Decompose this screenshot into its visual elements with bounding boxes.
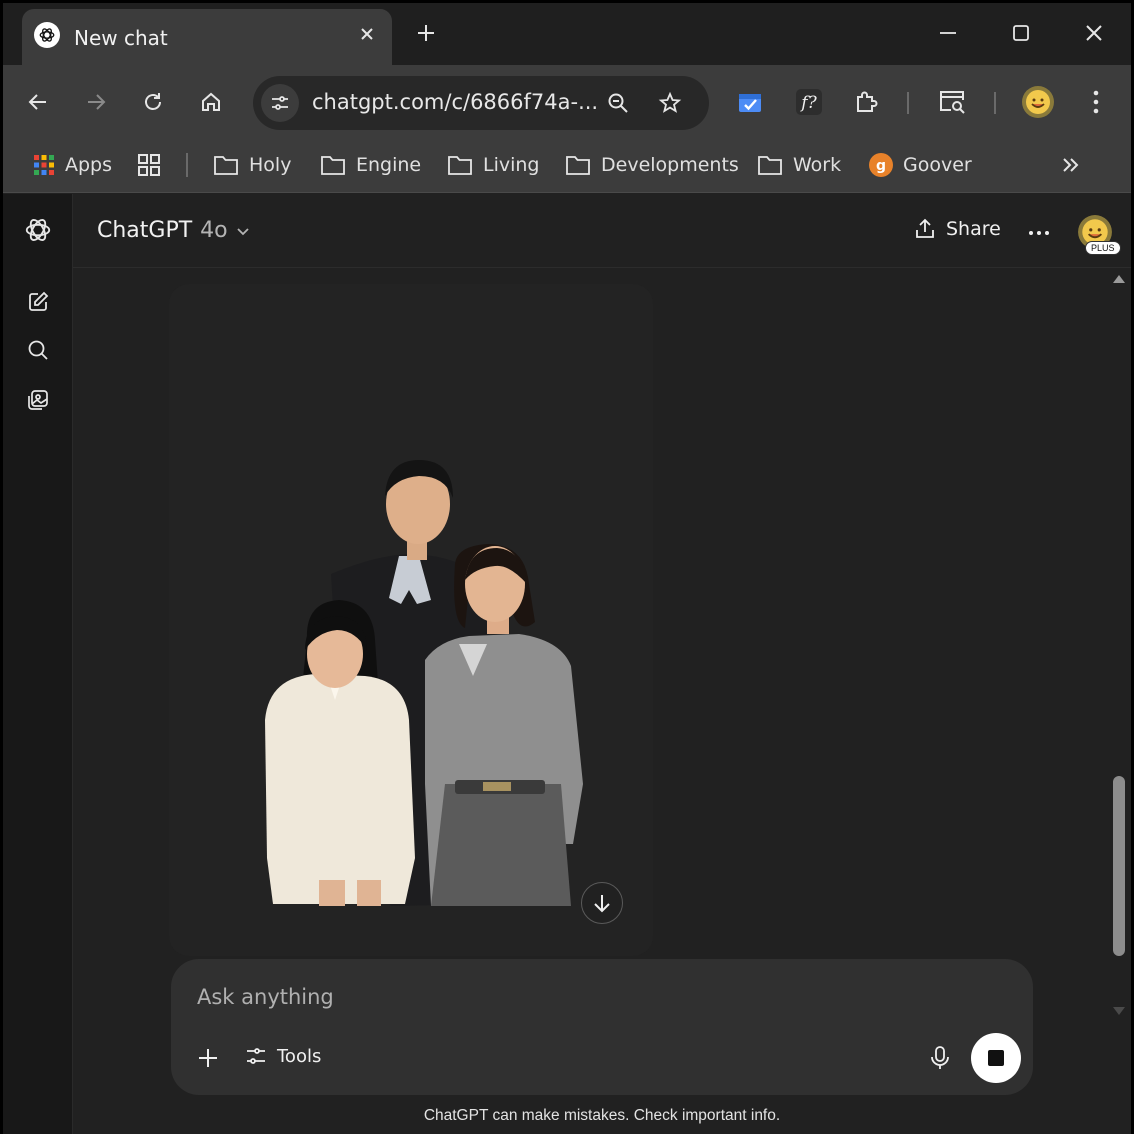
extensions-puzzle-icon[interactable] (849, 85, 883, 119)
browser-menu-icon[interactable] (1079, 85, 1113, 119)
disclaimer-text: ChatGPT can make mistakes. Check importa… (423, 1107, 781, 1124)
model-selector[interactable]: ChatGPT 4o (97, 218, 250, 243)
new-tab-button[interactable] (411, 18, 441, 48)
chevron-down-icon (237, 227, 249, 235)
library-images-icon[interactable] (22, 384, 54, 416)
toolbar-divider (994, 92, 996, 114)
message-composer: Tools (171, 959, 1033, 1095)
chat-scrollbar[interactable] (1109, 270, 1129, 1022)
model-name: ChatGPT (97, 218, 193, 243)
bookmark-star-icon[interactable] (653, 86, 687, 120)
close-window-button[interactable] (1074, 15, 1114, 51)
scroll-down-arrow-icon (1113, 1007, 1125, 1015)
tools-label: Tools (277, 1045, 322, 1067)
chevron-double-right-icon (1063, 158, 1079, 172)
share-label: Share (946, 218, 1001, 240)
apps-grid-icon (34, 155, 54, 175)
bookmark-label: Goover (903, 154, 972, 176)
share-icon (916, 218, 934, 238)
calendar-extension-icon[interactable] (733, 85, 767, 119)
bookmarks-bar: Apps Holy Engine Living Developments Wor… (3, 139, 1131, 193)
bookmark-label: Work (793, 154, 842, 176)
tab-groups-button[interactable] (137, 150, 161, 180)
browser-toolbar: chatgpt.com/c/6866f74a-... f? (3, 65, 1131, 139)
bookmark-label: Developments (601, 154, 739, 176)
zoom-icon[interactable] (601, 86, 635, 120)
bookmark-apps[interactable]: Apps (33, 150, 112, 180)
bookmarks-divider (186, 153, 188, 177)
new-chat-icon[interactable] (22, 286, 54, 318)
tab-search-icon[interactable] (935, 85, 969, 119)
folder-icon (321, 156, 345, 175)
browser-window: New chat chatgpt.com/c/6866f74a-... f? A… (3, 3, 1131, 1134)
openai-logo-icon[interactable] (22, 214, 54, 246)
more-bookmarks-button[interactable] (1061, 150, 1079, 180)
arrow-down-icon (594, 895, 610, 913)
tab-title: New chat (74, 26, 168, 50)
folder-icon (214, 156, 238, 175)
svg-text:f?: f? (799, 93, 817, 113)
chatgpt-app: ChatGPT 4o Share PLUS Ask anything Tools… (3, 194, 1131, 1134)
generated-image[interactable] (169, 284, 653, 956)
bookmark-label: Apps (65, 154, 113, 176)
bookmark-developments[interactable]: Developments (565, 150, 739, 180)
family-portrait-image (169, 284, 653, 956)
reload-button[interactable] (136, 85, 170, 119)
maximize-button[interactable] (1001, 15, 1041, 51)
scroll-to-bottom-button[interactable] (581, 882, 623, 924)
goover-logo-icon: g (869, 153, 893, 177)
site-settings-icon[interactable] (261, 84, 299, 122)
bookmark-label: Engine (356, 154, 422, 176)
home-button[interactable] (194, 85, 228, 119)
search-icon[interactable] (22, 334, 54, 366)
bookmark-holy[interactable]: Holy (213, 150, 291, 180)
toolbar-divider (907, 92, 909, 114)
bookmark-label: Living (483, 154, 540, 176)
browser-tab[interactable]: New chat (22, 9, 392, 65)
more-options-icon[interactable] (1024, 218, 1054, 248)
tab-groups-icon (138, 154, 160, 176)
address-bar[interactable]: chatgpt.com/c/6866f74a-... (253, 76, 709, 130)
chat-header: ChatGPT 4o Share PLUS (73, 194, 1131, 268)
bookmark-engine[interactable]: Engine (320, 150, 421, 180)
tools-button[interactable]: Tools (245, 1045, 321, 1067)
add-attachment-icon[interactable] (193, 1043, 223, 1073)
browser-profile-avatar[interactable] (1021, 85, 1055, 119)
folder-icon (758, 156, 782, 175)
tab-strip: New chat (3, 3, 1131, 65)
sliders-icon (247, 1048, 265, 1064)
svg-text:g: g (876, 158, 886, 174)
close-tab-icon[interactable] (354, 21, 380, 47)
formula-extension-icon[interactable]: f? (792, 85, 826, 119)
prompt-input[interactable] (197, 985, 797, 1009)
scrollbar-thumb[interactable] (1113, 776, 1125, 956)
stop-icon (988, 1050, 1004, 1066)
left-rail (3, 194, 73, 1134)
bookmark-work[interactable]: Work (757, 150, 841, 180)
microphone-icon[interactable] (925, 1043, 955, 1073)
back-button[interactable] (21, 85, 55, 119)
stop-generating-button[interactable] (971, 1033, 1021, 1083)
minimize-button[interactable] (928, 15, 968, 51)
scroll-up-arrow-icon (1113, 275, 1125, 283)
url-text[interactable]: chatgpt.com/c/6866f74a-... (312, 90, 598, 114)
share-button[interactable]: Share (914, 218, 1001, 240)
bookmark-label: Holy (249, 154, 292, 176)
model-version: 4o (200, 218, 228, 243)
openai-logo-icon (34, 22, 60, 48)
folder-icon (566, 156, 590, 175)
bookmark-goover[interactable]: g Goover (869, 150, 972, 180)
plan-badge: PLUS (1085, 241, 1121, 255)
user-avatar[interactable]: PLUS (1077, 214, 1121, 255)
forward-button[interactable] (79, 85, 113, 119)
bookmark-living[interactable]: Living (447, 150, 540, 180)
folder-icon (448, 156, 472, 175)
